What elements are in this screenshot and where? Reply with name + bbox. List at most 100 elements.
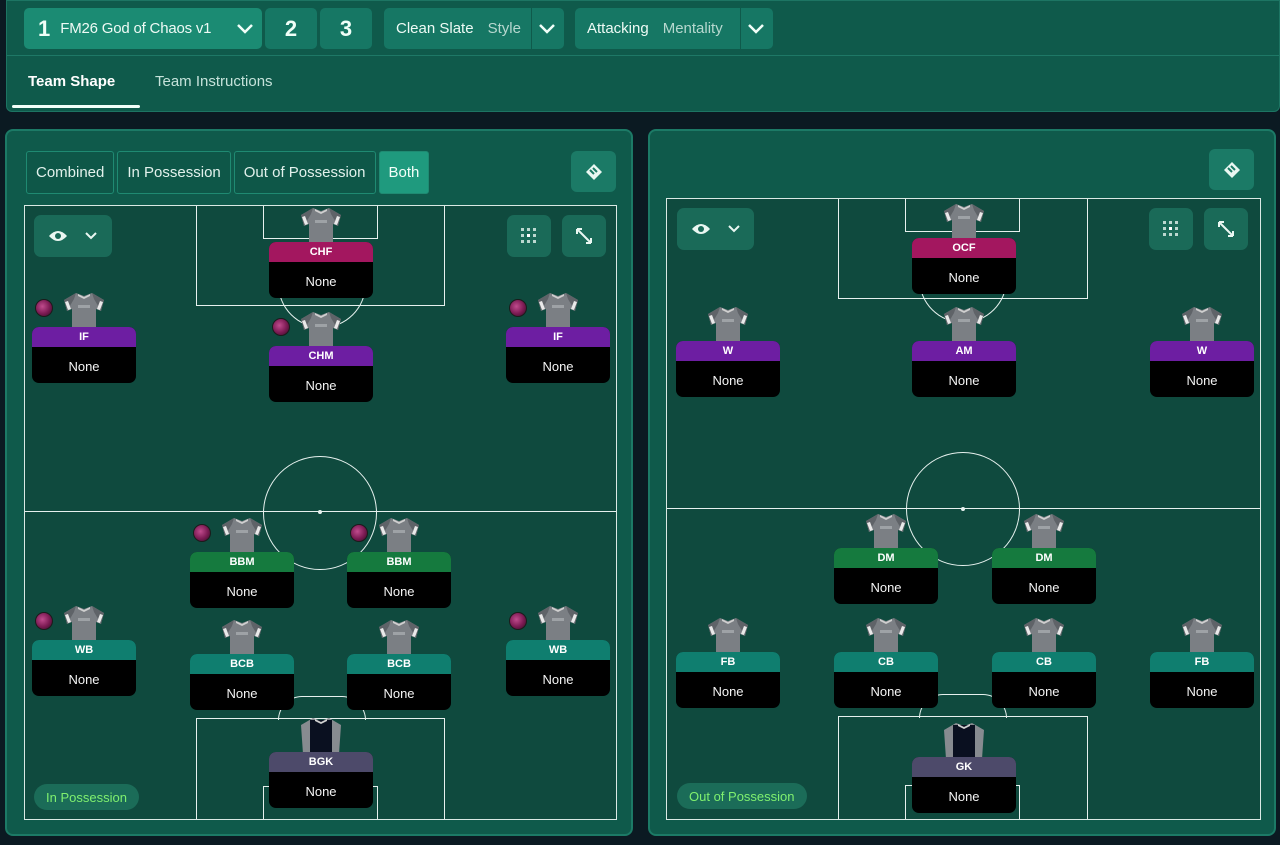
- shirt-icon: [942, 721, 986, 761]
- role-label: W: [1150, 341, 1254, 361]
- tactic-board-icon[interactable]: [1209, 149, 1254, 190]
- player-slot-fb[interactable]: FB None: [676, 616, 780, 708]
- player-name: None: [305, 783, 337, 799]
- player-slot-wb[interactable]: WB None: [32, 604, 136, 696]
- player-slot-bgk[interactable]: BGK None: [269, 716, 373, 808]
- tactic-1-number: 1: [38, 15, 51, 41]
- tactic-1-selector[interactable]: 1 FM26 God of Chaos v1: [24, 8, 262, 49]
- role-label: IF: [506, 327, 610, 347]
- player-slot-am[interactable]: AM None: [912, 305, 1016, 397]
- player-slot-if[interactable]: IF None: [506, 291, 610, 383]
- shirt-icon: [1022, 512, 1066, 552]
- tactic-board-icon[interactable]: [571, 151, 616, 192]
- tactic-3-selector[interactable]: 3: [320, 8, 372, 49]
- tab-team-shape[interactable]: Team Shape: [28, 73, 115, 90]
- chevron-down-icon[interactable]: [228, 8, 262, 49]
- role-label: CHM: [269, 346, 373, 366]
- player-name: None: [948, 788, 980, 804]
- style-dropdown[interactable]: Clean Slate Style: [384, 8, 564, 49]
- role-label: W: [676, 341, 780, 361]
- player-slot-wb[interactable]: WB None: [506, 604, 610, 696]
- player-name: None: [383, 583, 415, 599]
- player-slot-gk[interactable]: GK None: [912, 721, 1016, 813]
- player-card[interactable]: WB None: [506, 640, 610, 696]
- player-slot-ocf[interactable]: OCF None: [912, 202, 1016, 294]
- style-value: Clean Slate: [396, 20, 474, 37]
- player-card[interactable]: WB None: [32, 640, 136, 696]
- player-card[interactable]: OCF None: [912, 238, 1016, 294]
- player-card[interactable]: IF None: [506, 327, 610, 383]
- player-slot-chm[interactable]: CHM None: [269, 310, 373, 402]
- mentality-dropdown[interactable]: Attacking Mentality: [575, 8, 773, 49]
- player-card[interactable]: GK None: [912, 757, 1016, 813]
- player-slot-w[interactable]: W None: [1150, 305, 1254, 397]
- player-card[interactable]: W None: [1150, 341, 1254, 397]
- player-slot-bcb[interactable]: BCB None: [347, 618, 451, 710]
- player-name: None: [68, 671, 100, 687]
- view-options-button[interactable]: [34, 215, 112, 257]
- phase-label-pill: In Possession: [34, 784, 139, 810]
- shirt-icon: [706, 305, 750, 345]
- role-label: WB: [506, 640, 610, 660]
- player-card[interactable]: DM None: [992, 548, 1096, 604]
- shirt-icon: [62, 291, 106, 331]
- shirt-icon: [299, 206, 343, 246]
- player-slot-cb[interactable]: CB None: [834, 616, 938, 708]
- expand-icon[interactable]: [562, 215, 606, 257]
- player-slot-bbm[interactable]: BBM None: [347, 516, 451, 608]
- centre-spot: [961, 507, 965, 511]
- player-name: None: [870, 579, 902, 595]
- player-card[interactable]: AM None: [912, 341, 1016, 397]
- view-options-button[interactable]: [677, 208, 754, 250]
- shirt-icon: [377, 516, 421, 556]
- player-slot-dm[interactable]: DM None: [834, 512, 938, 604]
- shirt-icon: [706, 616, 750, 656]
- grid-icon[interactable]: [1149, 208, 1193, 250]
- chevron-down-icon[interactable]: [739, 8, 773, 49]
- player-card[interactable]: BCB None: [190, 654, 294, 710]
- segment-combined[interactable]: Combined: [26, 151, 115, 194]
- segment-out-of-possession[interactable]: Out of Possession: [233, 151, 376, 194]
- player-name: None: [948, 372, 980, 388]
- tactic-2-selector[interactable]: 2: [265, 8, 317, 49]
- player-card[interactable]: CHF None: [269, 242, 373, 298]
- role-label: AM: [912, 341, 1016, 361]
- player-card[interactable]: BGK None: [269, 752, 373, 808]
- player-card[interactable]: IF None: [32, 327, 136, 383]
- player-card[interactable]: BBM None: [347, 552, 451, 608]
- segment-in-possession[interactable]: In Possession: [117, 151, 231, 194]
- player-slot-fb[interactable]: FB None: [1150, 616, 1254, 708]
- role-label: OCF: [912, 238, 1016, 258]
- player-name: None: [68, 358, 100, 374]
- player-card[interactable]: FB None: [1150, 652, 1254, 708]
- player-card[interactable]: CHM None: [269, 346, 373, 402]
- player-card[interactable]: BCB None: [347, 654, 451, 710]
- player-slot-bbm[interactable]: BBM None: [190, 516, 294, 608]
- expand-icon[interactable]: [1204, 208, 1248, 250]
- player-name: None: [712, 683, 744, 699]
- player-slot-bcb[interactable]: BCB None: [190, 618, 294, 710]
- player-name: None: [226, 685, 258, 701]
- player-slot-w[interactable]: W None: [676, 305, 780, 397]
- player-card[interactable]: BBM None: [190, 552, 294, 608]
- chevron-down-icon[interactable]: [530, 8, 564, 49]
- player-slot-chf[interactable]: CHF None: [269, 206, 373, 298]
- segment-both[interactable]: Both: [378, 151, 430, 194]
- player-slot-if[interactable]: IF None: [32, 291, 136, 383]
- grid-icon[interactable]: [507, 215, 551, 257]
- role-label: CB: [992, 652, 1096, 672]
- player-card[interactable]: CB None: [834, 652, 938, 708]
- player-card[interactable]: FB None: [676, 652, 780, 708]
- player-slot-cb[interactable]: CB None: [992, 616, 1096, 708]
- player-card[interactable]: DM None: [834, 548, 938, 604]
- tab-team-instructions[interactable]: Team Instructions: [155, 73, 273, 90]
- phase-segmented-control: Combined In Possession Out of Possession…: [26, 151, 430, 194]
- role-label: BGK: [269, 752, 373, 772]
- player-card[interactable]: W None: [676, 341, 780, 397]
- player-card[interactable]: CB None: [992, 652, 1096, 708]
- role-label: FB: [1150, 652, 1254, 672]
- shirt-icon: [942, 305, 986, 345]
- player-slot-dm[interactable]: DM None: [992, 512, 1096, 604]
- pitch: Out of Possession OCF None W None AM None W Non…: [666, 198, 1261, 820]
- tactic-1-name: FM26 God of Chaos v1: [60, 20, 212, 37]
